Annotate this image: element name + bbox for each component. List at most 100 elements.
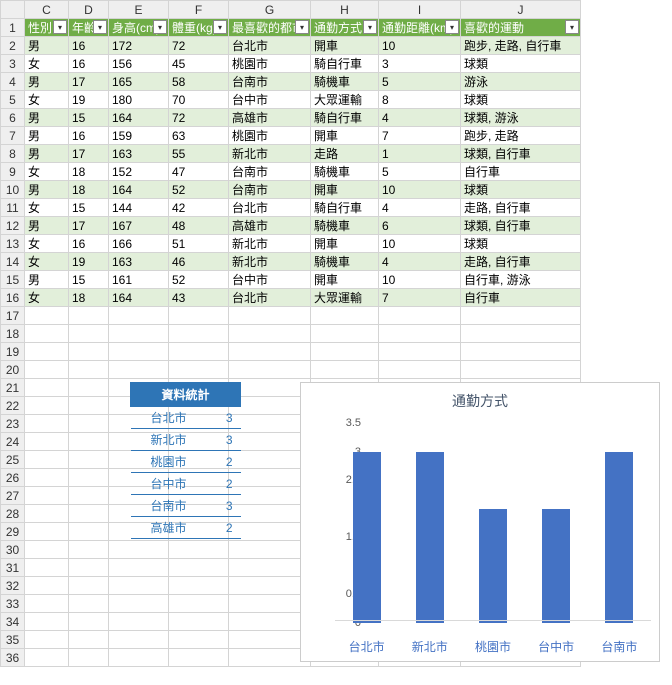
cell-D36[interactable] <box>69 649 109 667</box>
row-head-35[interactable]: 35 <box>1 631 25 649</box>
cell-E20[interactable] <box>109 361 169 379</box>
cell-D31[interactable] <box>69 559 109 577</box>
cell-C33[interactable] <box>25 595 69 613</box>
cell-H15[interactable]: 開車 <box>311 271 379 289</box>
cell-D11[interactable]: 15 <box>69 199 109 217</box>
cell-G16[interactable]: 台北市 <box>229 289 311 307</box>
cell-D26[interactable] <box>69 469 109 487</box>
cell-G36[interactable] <box>229 649 311 667</box>
row-head-3[interactable]: 3 <box>1 55 25 73</box>
cell-E9[interactable]: 152 <box>109 163 169 181</box>
filter-dropdown-icon[interactable]: ▾ <box>153 20 167 34</box>
cell-F19[interactable] <box>169 343 229 361</box>
cell-I17[interactable] <box>379 307 461 325</box>
cell-H9[interactable]: 騎機車 <box>311 163 379 181</box>
cell-G35[interactable] <box>229 631 311 649</box>
cell-C9[interactable]: 女 <box>25 163 69 181</box>
cell-G10[interactable]: 台南市 <box>229 181 311 199</box>
row-head-11[interactable]: 11 <box>1 199 25 217</box>
cell-C32[interactable] <box>25 577 69 595</box>
cell-D23[interactable] <box>69 415 109 433</box>
header-J[interactable]: 喜歡的運動▾ <box>461 19 581 37</box>
cell-E31[interactable] <box>109 559 169 577</box>
cell-D10[interactable]: 18 <box>69 181 109 199</box>
cell-H20[interactable] <box>311 361 379 379</box>
cell-I3[interactable]: 3 <box>379 55 461 73</box>
cell-G15[interactable]: 台中市 <box>229 271 311 289</box>
cell-F15[interactable]: 52 <box>169 271 229 289</box>
cell-C25[interactable] <box>25 451 69 469</box>
cell-C35[interactable] <box>25 631 69 649</box>
col-head-G[interactable]: G <box>229 1 311 19</box>
cell-G13[interactable]: 新北市 <box>229 235 311 253</box>
cell-C18[interactable] <box>25 325 69 343</box>
cell-D3[interactable]: 16 <box>69 55 109 73</box>
cell-J12[interactable]: 球類, 自行車 <box>461 217 581 235</box>
cell-G31[interactable] <box>229 559 311 577</box>
cell-F34[interactable] <box>169 613 229 631</box>
row-head-34[interactable]: 34 <box>1 613 25 631</box>
row-head-30[interactable]: 30 <box>1 541 25 559</box>
cell-F14[interactable]: 46 <box>169 253 229 271</box>
row-head-17[interactable]: 17 <box>1 307 25 325</box>
cell-H17[interactable] <box>311 307 379 325</box>
cell-J11[interactable]: 走路, 自行車 <box>461 199 581 217</box>
cell-E15[interactable]: 161 <box>109 271 169 289</box>
cell-D18[interactable] <box>69 325 109 343</box>
cell-F3[interactable]: 45 <box>169 55 229 73</box>
row-head-22[interactable]: 22 <box>1 397 25 415</box>
cell-H7[interactable]: 開車 <box>311 127 379 145</box>
cell-E5[interactable]: 180 <box>109 91 169 109</box>
cell-C12[interactable]: 男 <box>25 217 69 235</box>
col-head-D[interactable]: D <box>69 1 109 19</box>
cell-J8[interactable]: 球類, 自行車 <box>461 145 581 163</box>
cell-J13[interactable]: 球類 <box>461 235 581 253</box>
cell-C11[interactable]: 女 <box>25 199 69 217</box>
cell-J16[interactable]: 自行車 <box>461 289 581 307</box>
row-head-10[interactable]: 10 <box>1 181 25 199</box>
cell-G14[interactable]: 新北市 <box>229 253 311 271</box>
cell-H18[interactable] <box>311 325 379 343</box>
cell-I19[interactable] <box>379 343 461 361</box>
cell-E2[interactable]: 172 <box>109 37 169 55</box>
cell-G19[interactable] <box>229 343 311 361</box>
cell-D27[interactable] <box>69 487 109 505</box>
cell-C20[interactable] <box>25 361 69 379</box>
cell-C34[interactable] <box>25 613 69 631</box>
col-head-I[interactable]: I <box>379 1 461 19</box>
header-I[interactable]: 通勤距離(km)▾ <box>379 19 461 37</box>
row-head-28[interactable]: 28 <box>1 505 25 523</box>
cell-D21[interactable] <box>69 379 109 397</box>
cell-D4[interactable]: 17 <box>69 73 109 91</box>
row-head-32[interactable]: 32 <box>1 577 25 595</box>
cell-C15[interactable]: 男 <box>25 271 69 289</box>
cell-C19[interactable] <box>25 343 69 361</box>
cell-C10[interactable]: 男 <box>25 181 69 199</box>
cell-C30[interactable] <box>25 541 69 559</box>
cell-D5[interactable]: 19 <box>69 91 109 109</box>
cell-G17[interactable] <box>229 307 311 325</box>
cell-I10[interactable]: 10 <box>379 181 461 199</box>
cell-F30[interactable] <box>169 541 229 559</box>
cell-G6[interactable]: 高雄市 <box>229 109 311 127</box>
header-E[interactable]: 身高(cm)▾ <box>109 19 169 37</box>
cell-F35[interactable] <box>169 631 229 649</box>
cell-E35[interactable] <box>109 631 169 649</box>
cell-C23[interactable] <box>25 415 69 433</box>
filter-dropdown-icon[interactable]: ▾ <box>295 20 309 34</box>
cell-J4[interactable]: 游泳 <box>461 73 581 91</box>
cell-G9[interactable]: 台南市 <box>229 163 311 181</box>
row-head-29[interactable]: 29 <box>1 523 25 541</box>
cell-H14[interactable]: 騎機車 <box>311 253 379 271</box>
cell-F6[interactable]: 72 <box>169 109 229 127</box>
row-head-31[interactable]: 31 <box>1 559 25 577</box>
cell-E36[interactable] <box>109 649 169 667</box>
cell-H12[interactable]: 騎機車 <box>311 217 379 235</box>
cell-F2[interactable]: 72 <box>169 37 229 55</box>
row-head-26[interactable]: 26 <box>1 469 25 487</box>
header-C[interactable]: 性別▾ <box>25 19 69 37</box>
cell-J5[interactable]: 球類 <box>461 91 581 109</box>
cell-H4[interactable]: 騎機車 <box>311 73 379 91</box>
cell-H11[interactable]: 騎自行車 <box>311 199 379 217</box>
cell-H16[interactable]: 大眾運輸 <box>311 289 379 307</box>
